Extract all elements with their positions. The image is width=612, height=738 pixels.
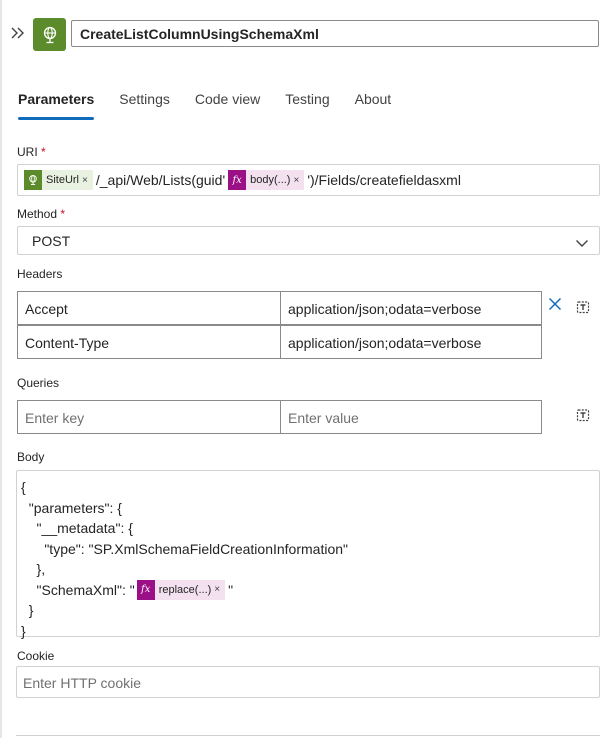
code-text: "SchemaXml": " xyxy=(21,581,135,598)
body-token-label: body(...) xyxy=(250,174,291,186)
uri-label-text: URI xyxy=(17,145,38,159)
chevron-down-icon xyxy=(575,235,589,251)
uri-label: URI * xyxy=(17,145,46,159)
panel-left-border xyxy=(0,0,2,738)
code-line: "type": "SP.XmlSchemaFieldCreationInform… xyxy=(21,540,348,557)
cookie-input[interactable]: Enter HTTP cookie xyxy=(16,666,600,698)
required-mark: * xyxy=(41,145,46,159)
globe-icon xyxy=(24,170,42,190)
queries-label: Queries xyxy=(17,376,60,390)
schemaxml-line: "SchemaXml": " fx replace(...) × " xyxy=(21,579,595,601)
tab-parameters[interactable]: Parameters xyxy=(18,88,95,120)
fx-icon: fx xyxy=(228,170,247,190)
tab-about[interactable]: About xyxy=(355,88,392,120)
header-key-input[interactable]: Accept xyxy=(17,291,281,325)
siteurl-token-label: SiteUrl xyxy=(46,174,80,186)
code-line: "parameters": { xyxy=(21,499,122,516)
remove-token-icon[interactable]: × xyxy=(293,175,304,186)
uri-input[interactable]: SiteUrl × /_api/Web/Lists(guid' fx body(… xyxy=(17,164,600,196)
query-value-input[interactable]: Enter value xyxy=(280,400,542,434)
text-mode-icon[interactable] xyxy=(573,405,593,425)
headers-label: Headers xyxy=(17,267,63,281)
code-line: }, xyxy=(21,561,46,577)
header-value-input[interactable]: application/json;odata=verbose xyxy=(280,291,542,325)
uri-text-segment: ')/Fields/createfieldasxml xyxy=(307,172,461,188)
header-value-input[interactable]: application/json;odata=verbose xyxy=(280,325,542,359)
tab-bar: Parameters Settings Code view Testing Ab… xyxy=(18,88,416,120)
replace-expression-token[interactable]: fx replace(...) × xyxy=(136,579,226,601)
section-divider xyxy=(16,735,600,736)
body-expression-token[interactable]: fx body(...) × xyxy=(228,170,305,190)
tab-code-view[interactable]: Code view xyxy=(195,88,260,120)
method-dropdown[interactable]: POST xyxy=(17,226,600,255)
code-line: } xyxy=(21,622,26,639)
method-label: Method * xyxy=(17,207,65,221)
globe-icon xyxy=(33,18,66,51)
body-label: Body xyxy=(17,450,45,464)
cookie-label: Cookie xyxy=(17,649,55,663)
collapse-panel-icon[interactable] xyxy=(10,24,26,42)
delete-row-icon[interactable] xyxy=(545,294,565,314)
uri-text-segment: /_api/Web/Lists(guid' xyxy=(95,172,226,188)
replace-token-label: replace(...) xyxy=(158,583,212,596)
code-line: } xyxy=(21,602,34,618)
remove-token-icon[interactable]: × xyxy=(214,580,225,601)
code-line: "__metadata": { xyxy=(21,520,133,536)
method-label-text: Method xyxy=(17,207,58,221)
body-editor[interactable]: { "parameters": { "__metadata": { "type"… xyxy=(16,470,600,639)
code-line: { xyxy=(21,479,26,495)
text-mode-icon[interactable] xyxy=(573,297,593,317)
header-key-input[interactable]: Content-Type xyxy=(17,325,281,359)
tab-settings[interactable]: Settings xyxy=(119,88,170,120)
code-text: " xyxy=(228,581,234,598)
action-header xyxy=(0,0,612,70)
action-title-input[interactable] xyxy=(71,20,599,47)
tab-testing[interactable]: Testing xyxy=(285,88,329,120)
fx-icon: fx xyxy=(136,579,155,600)
remove-token-icon[interactable]: × xyxy=(82,175,93,186)
query-key-input[interactable]: Enter key xyxy=(17,400,281,434)
method-value: POST xyxy=(32,233,71,249)
required-mark: * xyxy=(60,207,66,221)
siteurl-token[interactable]: SiteUrl × xyxy=(24,170,93,190)
